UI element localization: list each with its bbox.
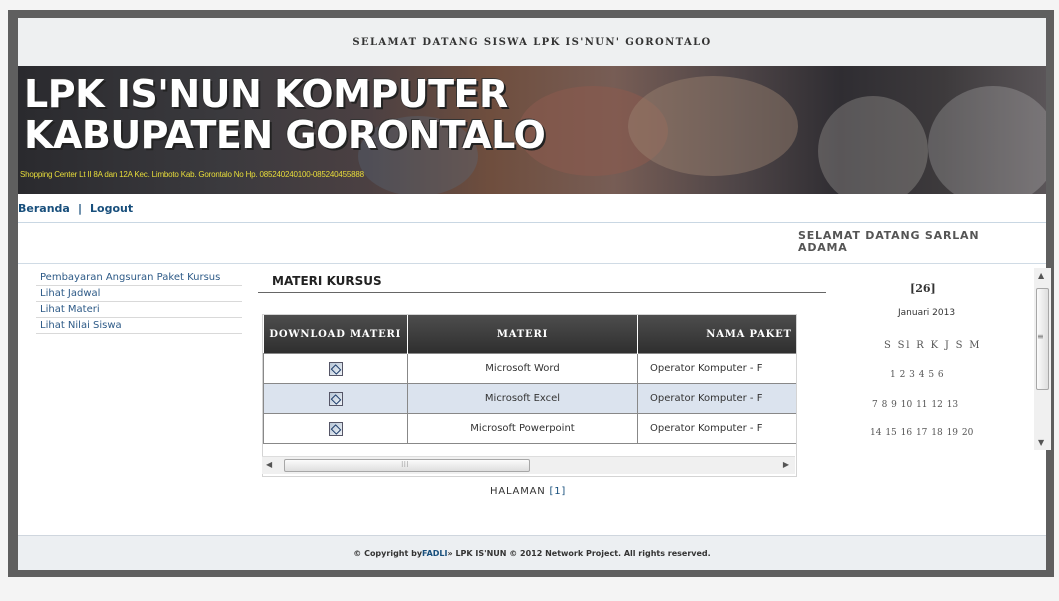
banner-title-line1: LPK IS'NUN KOMPUTER <box>24 72 508 116</box>
calendar-week: 14 15 16 17 18 19 20 <box>870 428 974 438</box>
download-icon[interactable] <box>328 361 343 376</box>
sidebar-item-jadwal[interactable]: Lihat Jadwal <box>36 286 242 302</box>
column-header-materi: MATERI <box>407 315 638 354</box>
calendar-scrollbar[interactable]: ▲ ≡ ▼ <box>1034 268 1051 450</box>
title-underline <box>258 292 826 293</box>
scroll-down-icon[interactable]: ▼ <box>1038 438 1044 447</box>
banner-title-line2: KABUPATEN GORONTALO <box>24 113 546 157</box>
top-nav: Beranda | Logout <box>18 194 1046 223</box>
user-greeting: SELAMAT DATANG SARLAN ADAMA <box>798 229 980 254</box>
table-header-row: DOWNLOAD MATERI MATERI NAMA PAKET KU <box>263 315 796 354</box>
grip-icon: ⁝⁝⁝ <box>401 460 409 469</box>
horizontal-scrollbar[interactable]: ◀ ⁝⁝⁝ ▶ <box>262 456 795 474</box>
banner-address: Shopping Center Lt II 8A dan 12A Kec. Li… <box>20 170 364 179</box>
materi-table: DOWNLOAD MATERI MATERI NAMA PAKET KU Mic… <box>263 315 796 444</box>
footer-suffix: » LPK IS'NUN © 2012 Network Project. All… <box>447 548 711 558</box>
footer-prefix: © Copyright by <box>353 548 423 558</box>
download-icon[interactable] <box>328 391 343 406</box>
calendar-week: 7 8 9 10 11 12 13 <box>872 400 959 410</box>
column-header-download: DOWNLOAD MATERI <box>263 315 408 354</box>
page-frame: SELAMAT DATANG SISWA LPK IS'NUN' GORONTA… <box>8 10 1054 577</box>
nav-separator: | <box>78 202 83 215</box>
sidebar-item-nilai[interactable]: Lihat Nilai Siswa <box>36 318 242 334</box>
nav-home-link[interactable]: Beranda <box>18 202 70 215</box>
calendar-title: [26] <box>910 282 936 295</box>
pagination-page-link[interactable]: [1] <box>550 486 567 497</box>
banner-photo-shape <box>818 96 928 194</box>
banner-photo-shape <box>928 86 1046 194</box>
scrollbar-thumb[interactable]: ⁝⁝⁝ <box>284 459 530 472</box>
scroll-up-icon[interactable]: ▲ <box>1038 271 1044 280</box>
nama-paket-cell: Operator Komputer - F <box>637 383 796 414</box>
scroll-right-icon[interactable]: ▶ <box>783 460 789 469</box>
welcome-header: SELAMAT DATANG SISWA LPK IS'NUN' GORONTA… <box>18 18 1046 67</box>
table-row: Microsoft Powerpoint Operator Komputer -… <box>263 413 796 444</box>
download-cell[interactable] <box>263 383 408 414</box>
nama-paket-cell: Operator Komputer - F <box>637 353 796 384</box>
materi-table-container: DOWNLOAD MATERI MATERI NAMA PAKET KU Mic… <box>262 314 797 477</box>
welcome-text: SELAMAT DATANG SISWA LPK IS'NUN' GORONTA… <box>352 36 712 48</box>
download-cell[interactable] <box>263 353 408 384</box>
calendar-month: Januari 2013 <box>898 308 956 318</box>
nav-logout-link[interactable]: Logout <box>90 202 133 215</box>
table-row: Microsoft Excel Operator Komputer - F <box>263 383 796 414</box>
materi-cell: Microsoft Word <box>407 353 638 384</box>
calendar: [26] Januari 2013 S Sl R K J S M 1 2 3 4… <box>836 268 1026 450</box>
table-row: Microsoft Word Operator Komputer - F <box>263 353 796 384</box>
materi-cell: Microsoft Powerpoint <box>407 413 638 444</box>
sidebar: Pembayaran Angsuran Paket Kursus Lihat J… <box>36 270 242 334</box>
download-icon[interactable] <box>328 421 343 436</box>
banner: LPK IS'NUN KOMPUTER KABUPATEN GORONTALO … <box>18 66 1046 194</box>
sidebar-item-pembayaran[interactable]: Pembayaran Angsuran Paket Kursus <box>36 270 242 286</box>
grip-icon: ≡ <box>1037 332 1044 341</box>
pagination: HALAMAN [1] <box>490 486 566 497</box>
calendar-week: 1 2 3 4 5 6 <box>890 370 944 380</box>
banner-title: LPK IS'NUN KOMPUTER KABUPATEN GORONTALO <box>24 72 546 157</box>
footer: © Copyright by FADLI » LPK IS'NUN © 2012… <box>18 535 1046 570</box>
column-header-nama-paket: NAMA PAKET KU <box>637 315 796 354</box>
scroll-left-icon[interactable]: ◀ <box>266 460 272 469</box>
materi-cell: Microsoft Excel <box>407 383 638 414</box>
divider <box>18 263 1046 264</box>
page: SELAMAT DATANG SISWA LPK IS'NUN' GORONTA… <box>18 18 1051 570</box>
pagination-label: HALAMAN <box>490 486 546 497</box>
download-cell[interactable] <box>263 413 408 444</box>
nama-paket-cell: Operator Komputer - F <box>637 413 796 444</box>
sidebar-item-materi[interactable]: Lihat Materi <box>36 302 242 318</box>
footer-author-link[interactable]: FADLI <box>422 549 447 558</box>
content-title: MATERI KURSUS <box>272 274 382 288</box>
banner-photo-shape <box>628 76 798 176</box>
calendar-day-names: S Sl R K J S M <box>884 340 982 351</box>
